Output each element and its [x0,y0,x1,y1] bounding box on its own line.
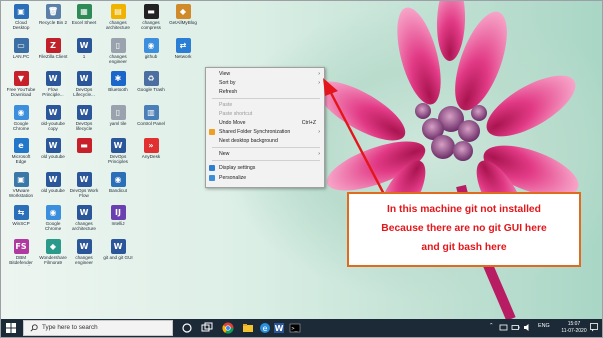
desktop: ▣ Cloud Desktop 🗑 Recycle Bin 2 ▦ Excel Sheet… [0,0,603,338]
terminal-icon[interactable]: >_ [289,322,301,334]
svg-text:>_: >_ [292,326,299,332]
chrome-icon[interactable] [222,322,234,334]
cortana-icon[interactable] [181,322,193,334]
clock[interactable]: 15:07 11-07-2020 [561,321,587,334]
search-icon [30,324,38,332]
taskbar: Type here to search e W >_ ⌃ ENG 15:07 1… [1,319,602,337]
svg-text:W: W [275,324,284,333]
annotation-arrow [323,78,388,199]
language-indicator[interactable]: ENG [538,323,550,329]
search-placeholder: Type here to search [42,324,98,331]
battery-icon[interactable] [511,323,520,332]
callout-line-2: Because there are no git GUI here [381,223,547,234]
tray-chevron-up-icon[interactable]: ⌃ [489,323,494,329]
task-view-icon[interactable] [201,322,213,334]
word-icon[interactable]: W [273,322,285,334]
taskbar-search-box[interactable]: Type here to search [23,320,173,336]
edge-icon[interactable]: e [259,322,271,334]
annotation-callout: In this machine git not installed Becaus… [347,192,581,267]
svg-text:e: e [263,324,268,333]
file-explorer-icon[interactable] [242,322,254,334]
windows-start-icon[interactable] [6,323,16,333]
clock-date: 11-07-2020 [561,327,587,334]
volume-icon[interactable] [523,323,532,332]
callout-line-1: In this machine git not installed [387,204,541,215]
callout-line-3: and git bash here [421,242,507,253]
network-icon[interactable] [499,323,508,332]
notification-icon[interactable] [590,323,598,332]
